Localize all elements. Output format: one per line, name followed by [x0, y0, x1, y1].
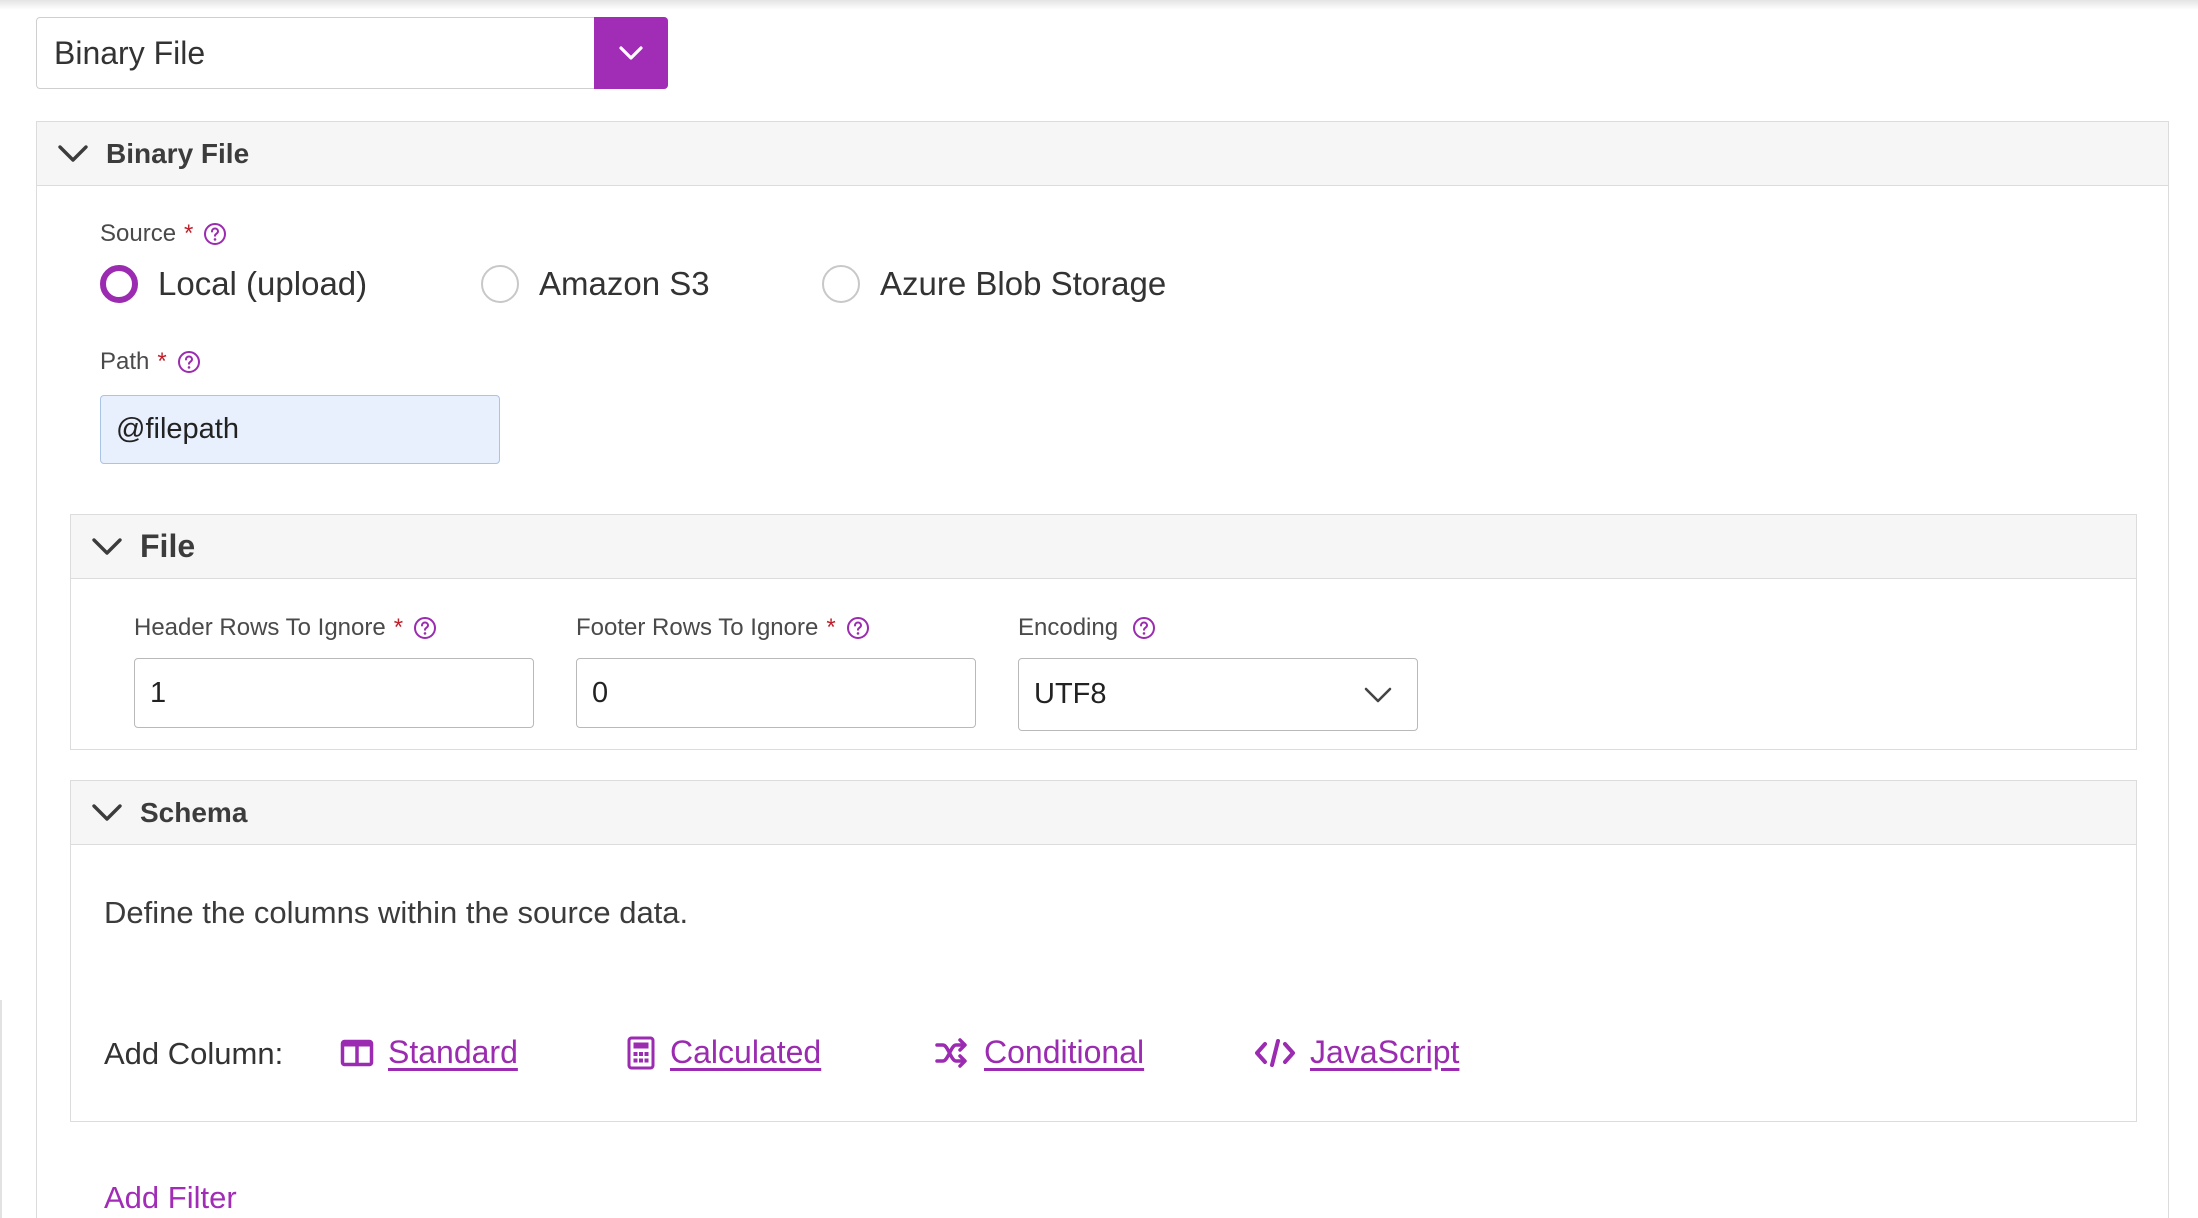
panel-title: Schema: [140, 796, 248, 828]
collapse-chevron-icon[interactable]: [90, 536, 124, 558]
radio-local-upload[interactable]: Local (upload): [100, 265, 367, 303]
schema-description: Define the columns within the source dat…: [104, 895, 689, 930]
path-label: Path: [100, 348, 150, 375]
source-type-value: Binary File: [54, 35, 206, 71]
required-asterisk: *: [826, 614, 836, 641]
add-conditional-column-link[interactable]: Conditional: [934, 1034, 1144, 1071]
encoding-label-row: Encoding: [1018, 614, 1156, 642]
help-icon[interactable]: [1132, 616, 1156, 640]
radio-indicator: [481, 265, 519, 303]
footer-rows-label-row: Footer Rows To Ignore *: [576, 614, 870, 642]
source-label: Source: [100, 220, 177, 247]
required-asterisk: *: [184, 220, 194, 247]
radio-indicator: [822, 265, 860, 303]
help-icon[interactable]: [413, 616, 437, 640]
help-icon[interactable]: [177, 350, 201, 374]
radio-azure-blob-storage[interactable]: Azure Blob Storage: [822, 265, 1166, 303]
dropdown-toggle-button[interactable]: [594, 17, 668, 89]
help-icon[interactable]: [203, 222, 227, 246]
radio-amazon-s3[interactable]: Amazon S3: [481, 265, 710, 303]
source-type-select[interactable]: Binary File: [36, 17, 668, 89]
path-label-row: Path *: [100, 348, 201, 376]
link-label: JavaScript: [1310, 1034, 1460, 1070]
chevron-down-icon: [1364, 687, 1392, 702]
code-icon: [1255, 1038, 1295, 1067]
binary-file-panel-header[interactable]: Binary File: [37, 122, 2168, 186]
header-rows-label: Header Rows To Ignore: [134, 614, 386, 641]
link-label: Standard: [388, 1034, 518, 1070]
header-rows-input[interactable]: 1: [134, 658, 534, 728]
radio-label: Local (upload): [158, 265, 368, 302]
path-input[interactable]: @filepath: [100, 395, 500, 464]
top-shadow: [0, 0, 2198, 10]
encoding-label: Encoding: [1018, 614, 1119, 641]
path-input-value: @filepath: [116, 413, 239, 445]
panel-title: Binary File: [106, 137, 250, 169]
add-javascript-column-link[interactable]: JavaScript: [1254, 1034, 1459, 1071]
footer-rows-input[interactable]: 0: [576, 658, 976, 728]
required-asterisk: *: [157, 348, 167, 375]
link-label: Calculated: [670, 1034, 822, 1070]
file-panel-header[interactable]: File: [71, 515, 2136, 579]
collapse-chevron-icon[interactable]: [56, 143, 90, 165]
schema-panel-header[interactable]: Schema: [71, 781, 2136, 845]
header-rows-label-row: Header Rows To Ignore *: [134, 614, 437, 642]
radio-label: Amazon S3: [539, 265, 710, 302]
radio-selected-indicator: [100, 265, 138, 303]
encoding-select[interactable]: UTF8: [1018, 658, 1418, 731]
add-calculated-column-link[interactable]: Calculated: [626, 1034, 821, 1071]
radio-label: Azure Blob Storage: [880, 265, 1167, 302]
link-label: Conditional: [984, 1034, 1145, 1070]
add-filter-link[interactable]: Add Filter: [104, 1180, 237, 1216]
help-icon[interactable]: [846, 616, 870, 640]
header-rows-value: 1: [150, 676, 167, 709]
left-border: [0, 1000, 2, 1218]
footer-rows-value: 0: [592, 676, 609, 709]
panel-title: File: [140, 528, 196, 564]
table-columns-icon: [340, 1039, 374, 1066]
calculator-icon: [627, 1036, 655, 1069]
add-standard-column-link[interactable]: Standard: [340, 1034, 518, 1071]
source-label-row: Source *: [100, 220, 227, 248]
required-asterisk: *: [393, 614, 404, 641]
footer-rows-label: Footer Rows To Ignore: [576, 614, 819, 641]
add-column-label: Add Column:: [104, 1036, 284, 1071]
shuffle-icon: [935, 1037, 967, 1068]
collapse-chevron-icon[interactable]: [90, 802, 124, 824]
chevron-down-icon: [619, 46, 643, 60]
encoding-value: UTF8: [1034, 678, 1107, 710]
